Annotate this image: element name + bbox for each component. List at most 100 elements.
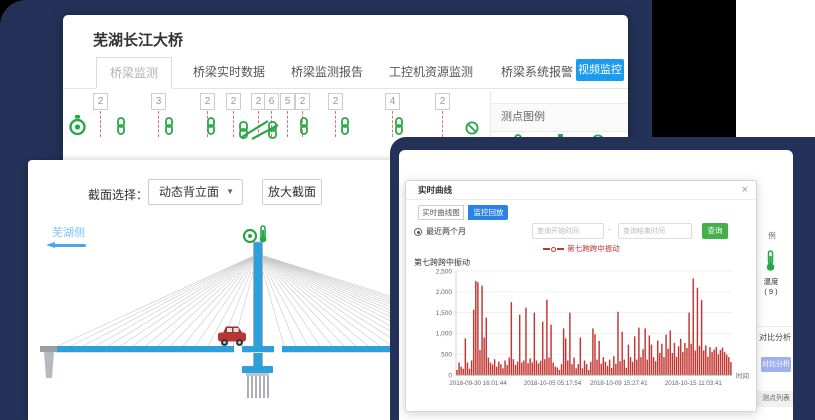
tab-system-alarm[interactable]: 桥梁系统报警 — [501, 57, 573, 88]
query-end-time-input[interactable] — [618, 223, 692, 239]
right-panel-legend-fragment: 例 — [757, 230, 787, 241]
chart-bar — [546, 300, 547, 375]
video-monitoring-button[interactable]: 视频监控 — [576, 59, 624, 81]
chart-bar — [525, 308, 526, 375]
left-abutment — [40, 346, 57, 378]
sensor-dash-line — [442, 111, 443, 137]
tab-bridge-monitoring[interactable]: 桥梁监测 — [96, 57, 172, 89]
chart-bar — [674, 343, 675, 375]
tab-monitoring-report[interactable]: 桥梁监测报告 — [291, 57, 363, 88]
tab-realtime-data[interactable]: 桥梁实时数据 — [193, 57, 265, 88]
query-start-time-input[interactable] — [532, 223, 604, 239]
chart-bar — [529, 358, 530, 375]
chart-bar — [483, 338, 484, 375]
chart-bar — [542, 322, 543, 375]
section-select-label: 截面选择： — [88, 186, 148, 203]
enlarge-section-button[interactable]: 放大截面 — [262, 179, 322, 205]
tower-thermometer-icon — [260, 226, 267, 242]
chart-bar — [695, 350, 696, 375]
y-tick-label: 1,500 — [436, 310, 453, 317]
chart-bar — [592, 328, 593, 375]
vibration-sensor-icon — [340, 117, 350, 140]
tab-realtime-curve-chart[interactable]: 实时曲线图 — [418, 205, 464, 220]
sensor-count-badge: 5 — [280, 93, 295, 110]
temperature-label: 温度 — [755, 276, 787, 287]
vibration-sensor-icon — [299, 117, 309, 140]
sensor-dash-line — [392, 111, 393, 137]
deck-gap — [234, 345, 242, 354]
section-select[interactable]: 动态背立面 ▼ — [148, 179, 243, 205]
chart-bar — [615, 364, 616, 375]
vibration-chart-block: 第七跨跨中振动 05001,0001,5002,0002,5002018-09-… — [414, 257, 750, 407]
bridge-deck — [55, 346, 394, 352]
chart-bar — [634, 336, 635, 375]
x-tick-label: 2018-10-05 05:17:54 — [524, 380, 582, 387]
chart-bar — [720, 350, 721, 375]
chart-bar — [540, 361, 541, 375]
chart-bar — [624, 360, 625, 375]
chart-bar — [544, 359, 545, 375]
chart-bar — [563, 328, 564, 375]
query-button[interactable]: 查询 — [702, 223, 728, 239]
chart-bar — [670, 330, 671, 375]
chart-bar — [523, 360, 524, 375]
chart-bar — [661, 344, 662, 375]
chart-bar — [509, 358, 510, 375]
deck-gap — [274, 345, 282, 354]
modal-title: 实时曲线 — [418, 181, 452, 199]
temperature-count: ( 9 ) — [755, 287, 787, 296]
chart-bar — [506, 365, 507, 375]
top-right-black-region — [652, 0, 736, 137]
chart-bar — [672, 353, 673, 375]
tab-bar: 桥梁监测 桥梁实时数据 桥梁监测报告 工控机资源监测 桥梁系统报警 — [63, 57, 628, 89]
thermometer-icon — [765, 250, 776, 277]
chart-bar — [492, 365, 493, 375]
chart-bar — [504, 360, 505, 375]
chart-bar — [534, 313, 535, 375]
x-axis-title: 时间 — [736, 371, 749, 380]
chart-bar — [486, 318, 487, 375]
chart-bar — [469, 369, 470, 375]
chart-bar — [626, 368, 627, 375]
close-icon[interactable]: × — [742, 181, 748, 199]
chart-bar — [488, 358, 489, 375]
chart-bar — [653, 357, 654, 375]
chart-bar — [703, 350, 704, 375]
car — [218, 327, 246, 347]
chart-bar — [680, 339, 681, 375]
realtime-curve-modal: 实时曲线 × 实时曲线图 监控回放 最近两个月 - 查询 第七跨跨中振动 第七跨… — [405, 180, 757, 412]
wind-sensor-icon — [68, 115, 87, 141]
chart-bar — [636, 360, 637, 375]
chart-bar — [490, 363, 491, 375]
chart-bar — [711, 352, 712, 375]
chart-bar — [655, 361, 656, 375]
chart-bar — [565, 338, 566, 375]
tab-ipc-resource-monitoring[interactable]: 工控机资源监测 — [389, 57, 473, 88]
chart-bar — [481, 286, 482, 375]
chart-bar — [538, 363, 539, 375]
sensor-count-badge: 2 — [93, 93, 108, 110]
chart-bar — [511, 302, 512, 375]
chart-bar — [709, 347, 710, 375]
chart-bar — [557, 368, 558, 375]
tower-pier — [242, 366, 273, 398]
chart-bar — [693, 278, 694, 375]
chart-bar — [713, 350, 714, 375]
chart-bar — [582, 368, 583, 375]
page-title: 芜湖长江大桥 — [93, 29, 183, 50]
chart-bar — [456, 370, 457, 375]
tab-monitoring-playback[interactable]: 监控回放 — [468, 205, 508, 220]
sensor-dash-line — [233, 111, 234, 137]
chart-legend: 第七跨跨中振动 — [406, 243, 756, 254]
chart-bar — [527, 363, 528, 375]
chart-bar — [644, 328, 645, 375]
recent-two-months-radio[interactable] — [414, 228, 422, 236]
comparison-analysis-button[interactable]: 对比分析 — [761, 357, 791, 372]
chart-bar — [515, 365, 516, 375]
chart-bar — [647, 360, 648, 375]
chart-bar — [578, 364, 579, 375]
modal-header: 实时曲线 × — [406, 181, 756, 200]
sensor-count-badge: 4 — [385, 93, 400, 110]
y-tick-label: 2,000 — [436, 289, 453, 296]
chart-bar — [586, 364, 587, 375]
